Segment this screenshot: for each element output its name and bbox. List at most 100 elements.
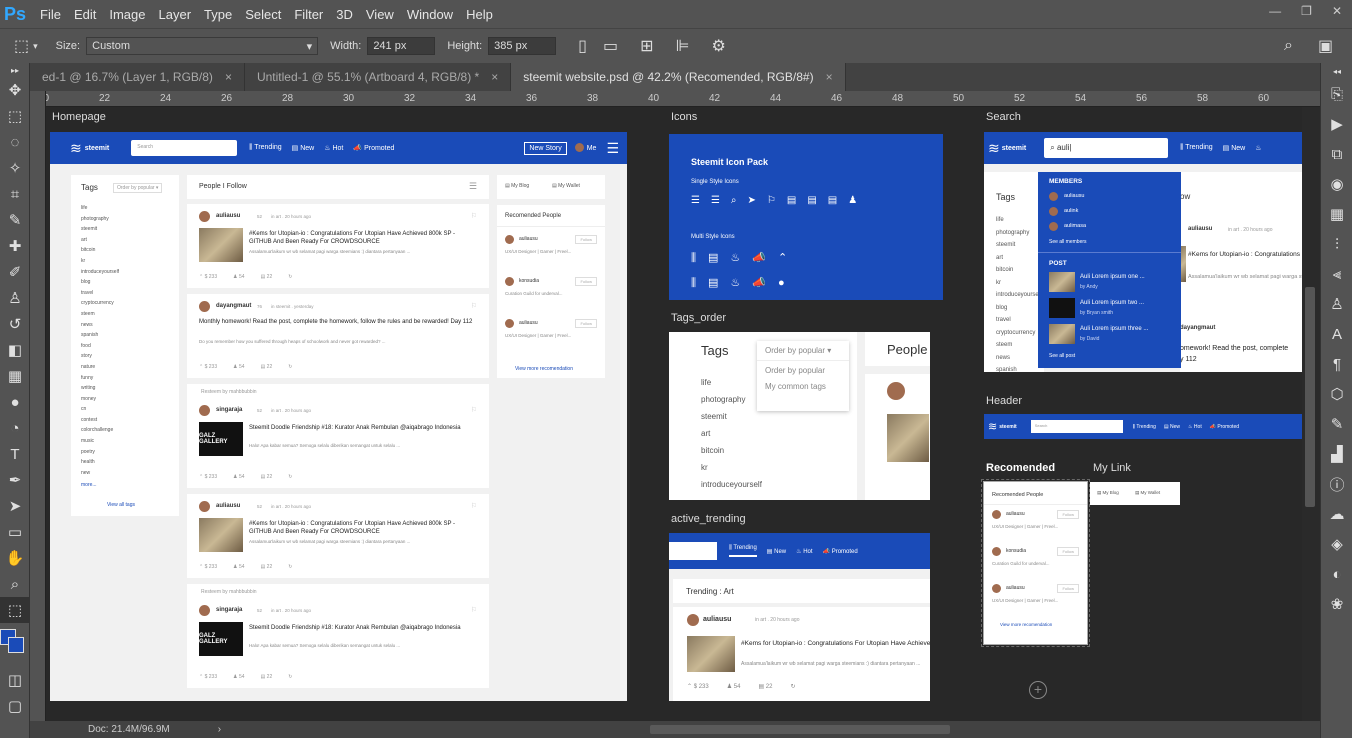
tag-item[interactable]: writing bbox=[81, 383, 119, 394]
post-author[interactable]: dayangmaut bbox=[1180, 325, 1215, 331]
vertical-scrollbar[interactable] bbox=[1302, 107, 1320, 721]
order-select[interactable]: Order by popular ▾ bbox=[757, 341, 849, 361]
tag-item[interactable]: steemit bbox=[81, 224, 119, 235]
menu-view[interactable]: View bbox=[366, 7, 394, 22]
tag-item[interactable]: art bbox=[996, 252, 1042, 265]
nav-hot[interactable]: ♨ Hot bbox=[796, 548, 812, 555]
post-value[interactable]: ⌃ $ 233 bbox=[199, 474, 217, 480]
crop-tool-icon[interactable]: ⌗ bbox=[0, 181, 30, 207]
tab-untitled-artboard4[interactable]: Untitled-1 @ 55.1% (Artboard 4, RGB/8) *… bbox=[244, 63, 512, 91]
person-name[interactable]: konsudia bbox=[519, 278, 539, 284]
history-icon[interactable]: ⎘ bbox=[1321, 79, 1352, 109]
tag-item[interactable]: art bbox=[701, 425, 762, 442]
flag-icon[interactable]: ⚐ bbox=[471, 212, 477, 220]
post-card[interactable]: auliausu 52 in art . 20 hours ago ⚐ #Kems fo… bbox=[187, 204, 489, 288]
tag-item[interactable]: poetry bbox=[81, 447, 119, 458]
libraries-icon[interactable]: ☁ bbox=[1321, 499, 1352, 529]
tag-item[interactable]: cryptocurrency bbox=[81, 298, 119, 309]
search-input[interactable]: Search bbox=[131, 140, 238, 156]
order-select[interactable]: Order by popular ▾ bbox=[113, 183, 163, 193]
scroll-thumb[interactable] bbox=[1305, 287, 1315, 507]
post-value[interactable]: ⌃ $ 233 bbox=[687, 683, 709, 690]
post-comments[interactable]: ▤ 22 bbox=[261, 274, 273, 280]
close-icon[interactable]: ✕ bbox=[1332, 4, 1342, 18]
tag-item[interactable]: news bbox=[81, 320, 119, 331]
my-blog-link[interactable]: ▤ My Blog bbox=[505, 183, 529, 189]
resteem-icon[interactable]: ↻ bbox=[790, 683, 795, 690]
close-icon[interactable]: × bbox=[491, 70, 498, 84]
resteem-icon[interactable]: ↻ bbox=[288, 564, 292, 570]
pen-tool-icon[interactable]: ✒ bbox=[0, 467, 30, 493]
post-title[interactable]: #Kems for Utopian-io : Congratulations F… bbox=[1188, 251, 1302, 258]
post-title[interactable]: omework! Read the post, complete bbox=[1180, 345, 1288, 352]
tag-item[interactable]: contest bbox=[81, 415, 119, 426]
artboard-tool-icon[interactable]: ⬚ bbox=[0, 597, 30, 623]
workspace-icon[interactable]: ▣ bbox=[1318, 36, 1333, 56]
post-value[interactable]: ⌃ $ 233 bbox=[199, 564, 217, 570]
tag-item[interactable]: life bbox=[701, 374, 762, 391]
resteem-icon[interactable]: ↻ bbox=[288, 364, 292, 370]
size-select[interactable]: Custom ▾ bbox=[86, 37, 319, 55]
layers-icon[interactable]: ◈ bbox=[1321, 529, 1352, 559]
search-input[interactable]: ⌕ auli| bbox=[1044, 138, 1169, 158]
post-card[interactable]: Resteem by mahbbubbin singaraja 52 in art .… bbox=[187, 584, 489, 688]
minimize-icon[interactable]: — bbox=[1269, 4, 1281, 18]
post-comments[interactable]: ▤ 22 bbox=[261, 564, 273, 570]
hand-tool-icon[interactable]: ✋ bbox=[0, 545, 30, 571]
nav-hot[interactable]: ♨ Hot bbox=[324, 144, 343, 152]
flag-icon[interactable]: ⚐ bbox=[471, 502, 477, 510]
new-story-button[interactable]: New Story bbox=[524, 141, 567, 155]
restore-icon[interactable]: ❐ bbox=[1301, 4, 1312, 18]
see-all-members-link[interactable]: See all members bbox=[1049, 239, 1087, 245]
nav-new[interactable]: ▤ New bbox=[1223, 144, 1246, 152]
post-author[interactable]: dayangmaut bbox=[216, 303, 251, 309]
person-name[interactable]: auliausu bbox=[519, 320, 538, 326]
tag-item[interactable]: introduceyourself bbox=[81, 267, 119, 278]
post-title[interactable]: #Kems for Utopian-io : Congratulations F… bbox=[249, 520, 474, 536]
follow-button[interactable]: Follow bbox=[575, 235, 597, 244]
order-dropdown[interactable]: Order by popular ▾ Order by popular My c… bbox=[757, 341, 849, 411]
artboard-tags-order[interactable]: Tags life photography steemit art bitcoin kr i… bbox=[669, 332, 930, 500]
history-brush-icon[interactable]: ↺ bbox=[0, 311, 30, 337]
tag-item[interactable]: blog bbox=[996, 302, 1042, 315]
eyedropper-icon[interactable]: ✎ bbox=[0, 207, 30, 233]
post-value[interactable]: ⌃ $ 233 bbox=[199, 364, 217, 370]
post-votes[interactable]: ♟ 54 bbox=[233, 564, 244, 570]
view-all-tags-link[interactable]: View all tags bbox=[107, 502, 135, 508]
search-post-title[interactable]: Auli Lorem ipsum two ... bbox=[1080, 300, 1144, 306]
post-author[interactable]: auliausu bbox=[216, 503, 240, 509]
add-artboard-icon[interactable]: ⊞ bbox=[640, 36, 653, 56]
nav-hot[interactable]: ♨ Hot bbox=[1188, 424, 1202, 430]
post-comments[interactable]: ▤ 22 bbox=[758, 683, 772, 690]
lasso-tool-icon[interactable]: ◌ bbox=[0, 129, 30, 155]
rectangle-tool-icon[interactable]: ▭ bbox=[0, 519, 30, 545]
see-all-post-link[interactable]: See all post bbox=[1049, 353, 1075, 359]
tag-item[interactable]: health bbox=[81, 457, 119, 468]
tag-item[interactable]: travel bbox=[996, 314, 1042, 327]
tag-item[interactable]: funny bbox=[81, 373, 119, 384]
post-value[interactable]: ⌃ $ 233 bbox=[199, 674, 217, 680]
artboard-homepage[interactable]: ≋ steemit Search ⫼ Trending ▤ New ♨ Hot … bbox=[50, 132, 627, 701]
person-name[interactable]: auliausu bbox=[519, 236, 538, 242]
width-field[interactable] bbox=[367, 37, 436, 55]
move-tool-icon[interactable]: ✥ bbox=[0, 77, 30, 103]
order-option-common[interactable]: My common tags bbox=[757, 380, 849, 393]
post-votes[interactable]: ♟ 54 bbox=[727, 683, 741, 690]
search-post-title[interactable]: Auli Lorem ipsum one ... bbox=[1080, 274, 1145, 280]
post-title[interactable]: Steemit Doodle Friendship #18: Kurator A… bbox=[249, 624, 474, 632]
tag-item[interactable]: steemit bbox=[701, 408, 762, 425]
tab-untitled-layer1[interactable]: ed-1 @ 16.7% (Layer 1, RGB/8) × bbox=[30, 63, 245, 91]
marquee-tool-icon[interactable]: ⬚ bbox=[0, 103, 30, 129]
post-value[interactable]: ⌃ $ 233 bbox=[199, 274, 217, 280]
member-name[interactable]: aulink bbox=[1064, 208, 1078, 214]
menu-select[interactable]: Select bbox=[245, 7, 281, 22]
post-author[interactable]: auliausu bbox=[216, 213, 240, 219]
background-color[interactable] bbox=[8, 637, 24, 653]
portrait-icon[interactable]: ▯ bbox=[578, 36, 587, 56]
post-author[interactable]: singaraja bbox=[216, 607, 242, 613]
tag-item[interactable]: spanish bbox=[996, 364, 1042, 372]
artboard-my-link[interactable]: ▤ My Blog ▤ My Wallet bbox=[1090, 482, 1180, 505]
tag-item[interactable]: story bbox=[81, 351, 119, 362]
properties-icon[interactable]: ⫷ bbox=[1321, 259, 1352, 289]
post-author[interactable]: singaraja bbox=[216, 407, 242, 413]
